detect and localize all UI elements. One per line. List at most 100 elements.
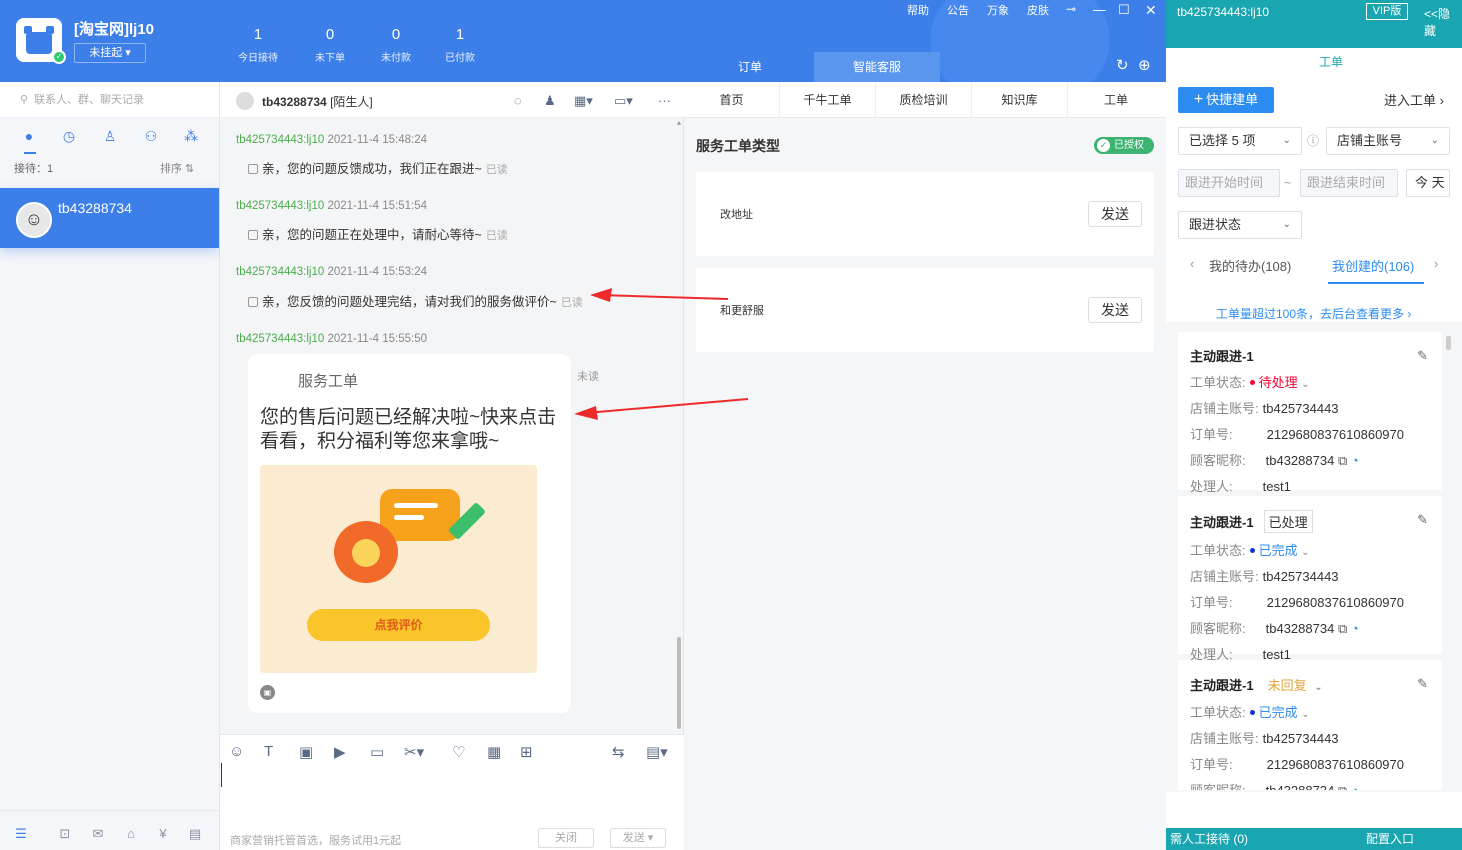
service-ticket-card[interactable]: 服务工单 您的售后问题已经解决啦~快来点击看看，积分福利等您来拿哦~ 点我评价 … — [248, 354, 571, 713]
plus-icon: + — [1193, 91, 1204, 108]
shop-icon[interactable]: ⌂ — [122, 826, 140, 842]
chat-icon: ◔ — [1350, 453, 1359, 468]
chevron-left-icon[interactable]: ‹ — [1190, 256, 1194, 271]
enter-ticket-link[interactable]: 进入工单 › — [1384, 90, 1444, 109]
menu-icon[interactable]: ☰ — [12, 826, 30, 842]
message-sender: tb425734443:lj10 2021-11-4 15:51:54 — [236, 200, 427, 212]
vip-badge[interactable]: VIP版 — [1366, 3, 1408, 20]
refresh-icon[interactable]: ↻ — [1116, 56, 1129, 74]
more-icon[interactable]: ··· — [658, 93, 671, 108]
input-toolbar: ☺ T ▣ ▶ ▭ ✂▾ ♡ ▦ ⊞ ⇆ ▤▾ 商家营销托管首选，服务试用1元起… — [220, 734, 684, 850]
sell-icon[interactable]: ¥ — [154, 826, 172, 842]
send-button[interactable]: 发送 — [1088, 297, 1142, 323]
user-add-icon[interactable]: ♟ — [544, 93, 556, 109]
menu-notice[interactable]: 公告 — [947, 2, 969, 18]
add-icon[interactable]: ⊕ — [1138, 56, 1151, 74]
tab-qianniu-ticket[interactable]: 千牛工单 — [780, 82, 876, 118]
edit-icon[interactable]: ✎ — [1417, 348, 1428, 364]
scroll-up-icon[interactable]: ▴ — [677, 118, 683, 127]
stat-unpaid[interactable]: 0 未付款 — [366, 26, 426, 64]
folder-icon[interactable]: ▭ — [370, 743, 384, 761]
active-indicator — [24, 152, 36, 154]
chat-icon[interactable]: ◌ — [514, 93, 522, 108]
quick-create-button[interactable]: + 快捷建单 — [1178, 87, 1274, 113]
shop-account-dropdown[interactable]: 店铺主账号 ⌄ — [1326, 127, 1450, 155]
online-status-icon: ✓ — [52, 50, 66, 64]
quick-reply-icon[interactable]: ▤▾ — [646, 743, 668, 761]
tab-ticket[interactable]: 工单 — [1068, 82, 1164, 118]
minimize-icon[interactable]: — — [1093, 2, 1106, 17]
book-icon[interactable]: ▤ — [186, 826, 204, 842]
scissors-icon[interactable]: ✂▾ — [404, 743, 424, 761]
account-name: [淘宝网]lj10 — [74, 21, 155, 38]
edit-icon[interactable]: ✎ — [1417, 676, 1428, 692]
menu-wanxiang[interactable]: 万象 — [987, 2, 1009, 18]
today-button[interactable]: 今 天 — [1406, 169, 1450, 197]
send-button[interactable]: 发送 ▾ — [610, 828, 666, 848]
transfer-icon[interactable]: ⇆ — [612, 743, 625, 761]
org-icon[interactable]: ⁂ — [182, 128, 200, 146]
sort-button[interactable]: 排序 ⇅ — [160, 160, 194, 176]
menu-help[interactable]: 帮助 — [907, 2, 929, 18]
send-button[interactable]: 发送 — [1088, 201, 1142, 227]
stat-no-order[interactable]: 0 未下单 — [300, 26, 360, 64]
ticket-card[interactable]: 主动跟进-1 已处理 ✎ 工单状态: 已完成 ⌄ 店铺主账号: tb425734443… — [1178, 496, 1442, 662]
start-time-input[interactable]: 跟进开始时间 — [1178, 169, 1280, 197]
follow-status-dropdown[interactable]: 跟进状态 ⌄ — [1178, 211, 1302, 239]
font-icon[interactable]: T — [264, 743, 273, 760]
gift-icon[interactable]: ⊞ — [520, 743, 533, 761]
tab-my-created[interactable]: 我创建的(106) — [1332, 256, 1414, 275]
ticket-card[interactable]: 主动跟进-1 ✎ 工单状态: 待处理 ⌄ 店铺主账号: tb425734443 订单… — [1178, 332, 1442, 494]
chat-list-icon[interactable]: ● — [20, 128, 38, 146]
tab-quality-training[interactable]: 质检培训 — [876, 82, 972, 118]
ticket-card[interactable]: 主动跟进-1 未回复 ⌄ ✎ 工单状态: 已完成 ⌄ 店铺主账号: tb4257344… — [1178, 660, 1442, 790]
hang-status-dropdown[interactable]: 未挂起 ▾ — [74, 43, 146, 63]
tab-knowledge[interactable]: 知识库 — [972, 82, 1068, 118]
maximize-icon[interactable]: ☐ — [1118, 2, 1130, 18]
chevron-right-icon[interactable]: › — [1434, 256, 1438, 271]
calendar-icon[interactable]: ▦▾ — [574, 93, 593, 109]
stat-paid[interactable]: 1 已付款 — [430, 26, 490, 64]
tab-wangdiantong[interactable]: 旺店通 — [1350, 48, 1390, 75]
card-image: 点我评价 — [260, 465, 537, 673]
chevron-down-icon: ⌄ — [1282, 135, 1291, 146]
menu-skin[interactable]: 皮肤 — [1027, 2, 1049, 18]
checkbox-icon[interactable]: ▣ — [260, 685, 275, 700]
stat-today[interactable]: 1 今日接待 — [228, 26, 288, 64]
manual-reception-link[interactable]: 需人工接待 (0) — [1170, 828, 1248, 850]
list-scrollbar[interactable] — [1446, 336, 1451, 350]
video-icon[interactable]: ▭▾ — [614, 93, 633, 109]
pin-icon[interactable]: ⊸ — [1066, 2, 1076, 16]
tab-aftersale[interactable]: 售后工作台 — [1242, 48, 1314, 75]
contacts-icon[interactable]: ♙ — [101, 128, 119, 146]
tab-ticket[interactable]: 工单 — [1314, 48, 1348, 75]
heart-icon[interactable]: ♡ — [452, 743, 465, 761]
recent-icon[interactable]: ◷ — [60, 128, 78, 146]
tab-my-todo[interactable]: 我的待办(108) — [1209, 256, 1291, 275]
mail-icon[interactable]: ✉ — [89, 826, 107, 842]
video-play-icon[interactable]: ▶ — [334, 743, 346, 761]
edit-icon[interactable]: ✎ — [1417, 512, 1428, 528]
close-button[interactable]: 关闭 — [538, 828, 594, 848]
contact-item[interactable]: ☺ tb43288734 — [0, 188, 219, 248]
config-entry-link[interactable]: 配置入口 — [1366, 828, 1414, 850]
text-cursor[interactable] — [221, 763, 222, 787]
footer-ad[interactable]: 商家营销托管首选，服务试用1元起 — [230, 832, 401, 848]
search-input[interactable]: ⚲ 联系人、群、聊天记录 — [0, 82, 219, 118]
group-icon[interactable]: ⚇ — [142, 128, 160, 146]
tab-home[interactable]: 首页 — [684, 82, 780, 118]
tab-presale[interactable]: 售前工作台 — [1170, 48, 1242, 75]
rate-button[interactable]: 点我评价 — [307, 609, 490, 641]
selection-dropdown[interactable]: 已选择 5 项 ⌄ — [1178, 127, 1302, 155]
emoji-icon[interactable]: ☺ — [229, 743, 244, 760]
tool-icon[interactable]: ⊡ — [56, 826, 74, 842]
chat-scrollbar[interactable] — [677, 637, 681, 729]
close-icon[interactable]: ✕ — [1145, 2, 1157, 19]
tab-smart-service[interactable]: 智能客服 — [814, 52, 940, 82]
image-icon[interactable]: ▣ — [299, 743, 313, 761]
end-time-input[interactable]: 跟进结束时间 — [1300, 169, 1398, 197]
tab-order[interactable]: 订单 — [700, 52, 800, 82]
table-icon[interactable]: ▦ — [487, 743, 501, 761]
hide-button[interactable]: <<隐藏 — [1424, 5, 1462, 39]
more-tickets-link[interactable]: 工单量超过100条，去后台查看更多 › — [1216, 305, 1411, 322]
